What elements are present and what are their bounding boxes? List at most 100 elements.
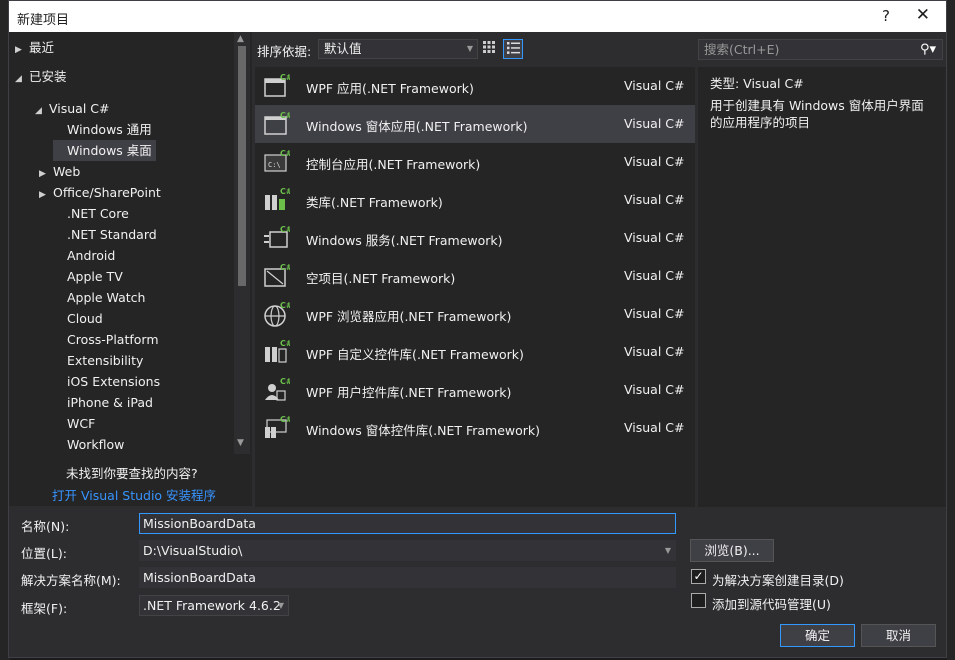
search-icon[interactable]: ⚲▾: [920, 40, 936, 59]
svg-text:C:\: C:\: [268, 161, 281, 169]
name-input[interactable]: MissionBoardData: [139, 513, 676, 534]
tree-item[interactable]: iPhone & iPad: [53, 392, 153, 413]
tree-item[interactable]: Extensibility: [53, 350, 143, 371]
tree-item-label: Apple TV: [67, 269, 123, 284]
tree-item[interactable]: ◢ Visual C#: [35, 98, 110, 119]
tree-item[interactable]: Windows 桌面: [53, 140, 156, 161]
template-item[interactable]: C# Windows 窗体应用(.NET Framework) Visual C#: [255, 105, 695, 143]
tree-item[interactable]: Windows 通用: [53, 119, 152, 140]
windows-forms-control-library-icon: C#: [262, 414, 293, 442]
svg-text:C#: C#: [280, 225, 290, 234]
new-project-dialog: 新建项目 ? ✕ ▶ 最近 ◢ 已安装 ◢ Visual C# Windows 通用 Wind…: [8, 0, 947, 658]
tree-scrollbar[interactable]: ▲ ▼: [234, 32, 250, 454]
empty-project-icon: C#: [262, 262, 293, 290]
tree-item[interactable]: ▶ Office/SharePoint: [39, 182, 161, 203]
source-control-label: 添加到源代码管理(U): [712, 597, 831, 612]
list-view-button[interactable]: [503, 39, 523, 59]
tree-item[interactable]: ▶ 最近: [15, 37, 54, 58]
template-name: Windows 窗体应用(.NET Framework): [306, 119, 528, 134]
template-item[interactable]: C# 类库(.NET Framework) Visual C#: [255, 181, 695, 219]
tree-item-label: 最近: [29, 40, 55, 55]
scrollbar-thumb[interactable]: [238, 46, 246, 286]
create-directory-label: 为解决方案创建目录(D): [712, 573, 844, 588]
tree-item-label: WCF: [67, 416, 96, 431]
template-language: Visual C#: [624, 382, 685, 397]
template-name: WPF 自定义控件库(.NET Framework): [306, 347, 524, 362]
scroll-up-icon[interactable]: ▲: [237, 34, 244, 44]
tree-item[interactable]: ▶ Web: [39, 161, 80, 182]
tree-item-label: Office/SharePoint: [53, 185, 161, 200]
template-item[interactable]: C# WPF 浏览器应用(.NET Framework) Visual C#: [255, 295, 695, 333]
ok-button[interactable]: 确定: [780, 624, 855, 647]
template-language: Visual C#: [624, 116, 685, 131]
chevron-down-icon: ▼: [466, 44, 473, 53]
description-text: 用于创建具有 Windows 窗体用户界面的应用程序的项目: [710, 98, 924, 130]
svg-text:C#: C#: [280, 263, 290, 272]
template-language: Visual C#: [624, 420, 685, 435]
template-name: 空项目(.NET Framework): [306, 271, 456, 286]
template-item[interactable]: C# 空项目(.NET Framework) Visual C#: [255, 257, 695, 295]
description-type: 类型: Visual C#: [710, 76, 804, 91]
template-item[interactable]: C:\ C# 控制台应用(.NET Framework) Visual C#: [255, 143, 695, 181]
template-item[interactable]: C# Windows 服务(.NET Framework) Visual C#: [255, 219, 695, 257]
browse-button[interactable]: 浏览(B)...: [690, 539, 774, 562]
tree-item-label: iOS Extensions: [67, 374, 161, 389]
svg-text:C#: C#: [280, 73, 290, 82]
template-name: WPF 浏览器应用(.NET Framework): [306, 309, 512, 324]
description-panel: 类型: Visual C# 用于创建具有 Windows 窗体用户界面的应用程序…: [698, 67, 946, 507]
template-item[interactable]: C# WPF 应用(.NET Framework) Visual C#: [255, 67, 695, 105]
template-item[interactable]: C# WPF 自定义控件库(.NET Framework) Visual C#: [255, 333, 695, 371]
tree-item-label: iPhone & iPad: [67, 395, 153, 410]
svg-text:C#: C#: [280, 377, 290, 386]
svg-text:C#: C#: [280, 339, 290, 348]
open-installer-link[interactable]: 打开 Visual Studio 安装程序: [52, 485, 216, 504]
tree-item[interactable]: ◢ 已安装: [15, 66, 67, 87]
expand-arrow-icon[interactable]: ▶: [39, 185, 53, 206]
tree-item[interactable]: Android: [53, 245, 115, 266]
template-name: Windows 服务(.NET Framework): [306, 233, 503, 248]
chevron-down-icon: ▼: [664, 546, 671, 555]
cancel-button[interactable]: 取消: [861, 624, 936, 647]
dialog-title: 新建项目: [17, 13, 70, 28]
template-language: Visual C#: [624, 192, 685, 207]
windows-forms-app-icon: C#: [262, 110, 293, 138]
template-language: Visual C#: [624, 344, 685, 359]
scroll-down-icon[interactable]: ▼: [237, 438, 244, 448]
sort-select[interactable]: 默认值 ▼: [318, 39, 478, 59]
tree-item[interactable]: Workflow: [53, 434, 124, 455]
source-control-checkbox[interactable]: [691, 593, 706, 608]
close-button[interactable]: ✕: [916, 5, 930, 25]
tree-item[interactable]: .NET Standard: [53, 224, 157, 245]
console-app-icon: C:\ C#: [262, 148, 293, 176]
medium-icons-view-button[interactable]: [479, 39, 499, 59]
template-item[interactable]: C# Windows 窗体控件库(.NET Framework) Visual C#: [255, 409, 695, 447]
template-language: Visual C#: [624, 154, 685, 169]
tree-item[interactable]: Cross-Platform: [53, 329, 159, 350]
collapse-arrow-icon[interactable]: ◢: [35, 101, 49, 122]
tree-item-label: Web: [53, 164, 81, 179]
template-item[interactable]: C# WPF 用户控件库(.NET Framework) Visual C#: [255, 371, 695, 409]
framework-select[interactable]: .NET Framework 4.6.2 ▼: [139, 595, 289, 616]
tree-item-label: Android: [67, 248, 116, 263]
create-directory-checkbox[interactable]: ✓: [691, 569, 706, 584]
help-button[interactable]: ?: [882, 7, 890, 25]
tree-item[interactable]: Apple TV: [53, 266, 123, 287]
svg-text:C#: C#: [280, 415, 290, 424]
svg-text:C#: C#: [280, 111, 290, 120]
tree-item[interactable]: iOS Extensions: [53, 371, 160, 392]
collapse-arrow-icon[interactable]: ◢: [15, 69, 29, 90]
tree-item[interactable]: Apple Watch: [53, 287, 145, 308]
tree-item[interactable]: WCF: [53, 413, 95, 434]
template-name: 控制台应用(.NET Framework): [306, 157, 481, 172]
tree-item[interactable]: Cloud: [53, 308, 103, 329]
search-input[interactable]: 搜索(Ctrl+E) ⚲▾: [698, 39, 943, 60]
location-combo[interactable]: D:\VisualStudio\ ▼: [139, 540, 676, 561]
tree-item-label: .NET Standard: [67, 227, 157, 242]
grid-view-icon: [483, 41, 495, 53]
tree-item-label: Windows 通用: [67, 122, 152, 137]
solution-name-input[interactable]: MissionBoardData: [139, 567, 676, 588]
expand-arrow-icon[interactable]: ▶: [15, 40, 29, 61]
tree-item-label: Workflow: [67, 437, 125, 452]
title-bar: 新建项目 ? ✕: [9, 1, 946, 32]
tree-item[interactable]: .NET Core: [53, 203, 129, 224]
